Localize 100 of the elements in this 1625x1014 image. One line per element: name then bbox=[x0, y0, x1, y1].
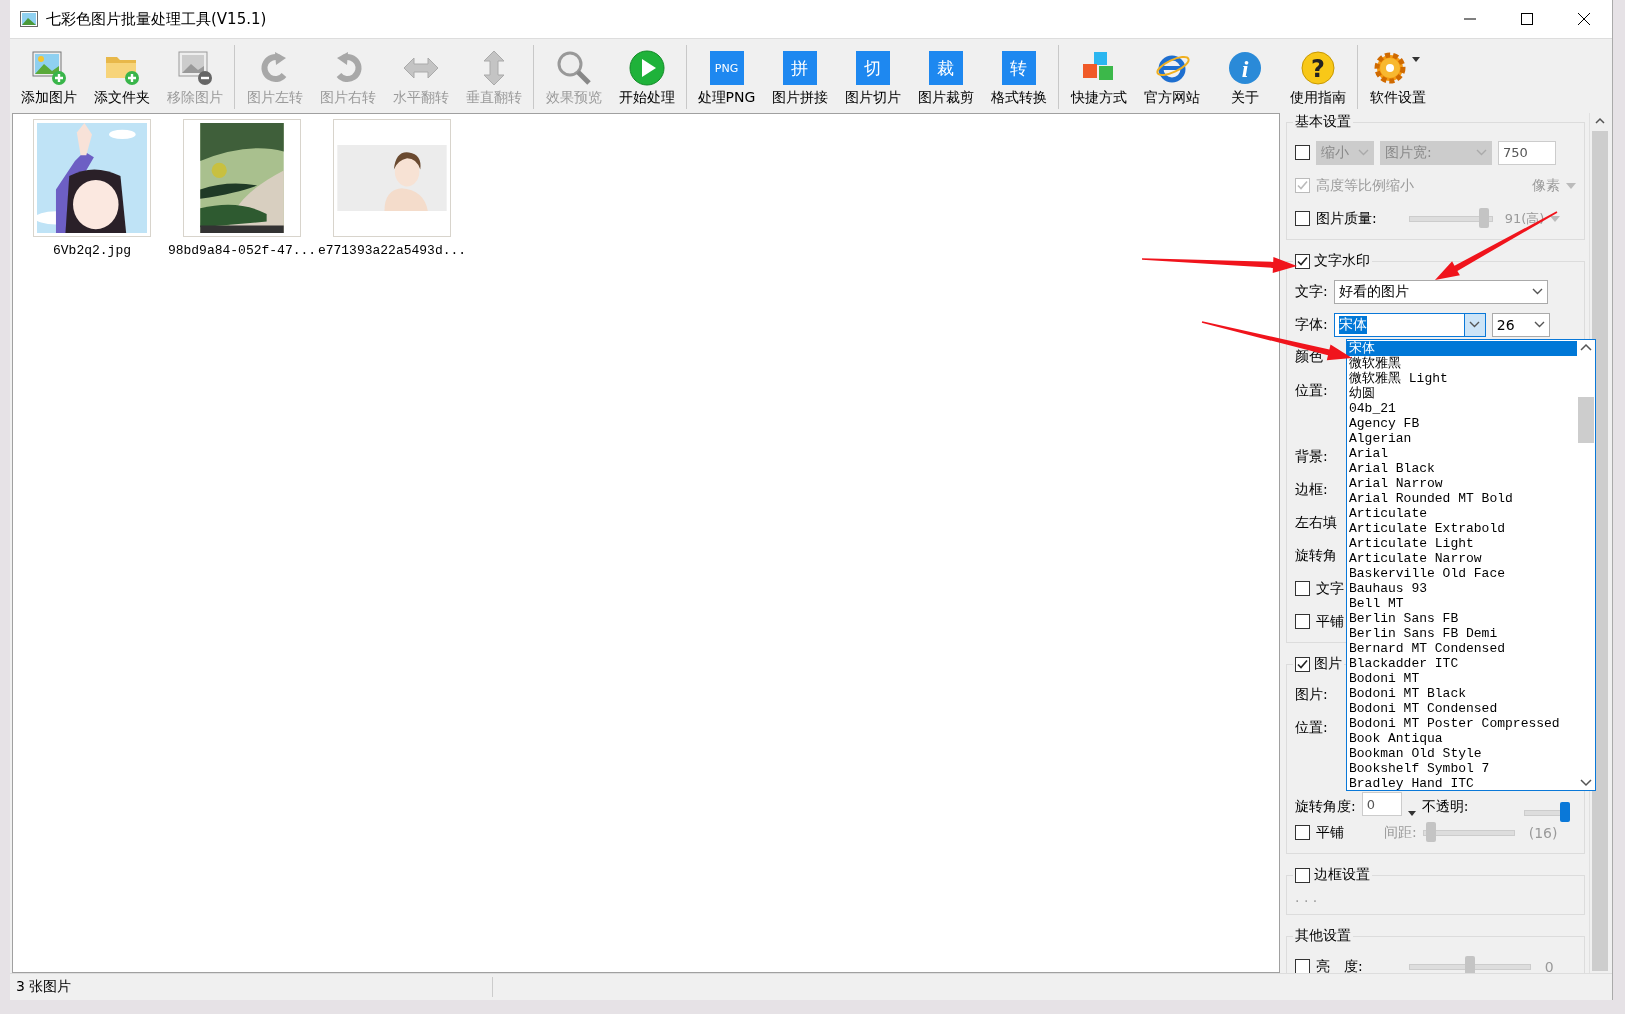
field-label: 不透明: bbox=[1421, 798, 1469, 816]
field-label: 图片: bbox=[1295, 685, 1328, 704]
help-icon: ? bbox=[1298, 49, 1337, 87]
image-plus-icon bbox=[29, 49, 68, 87]
field-label: 旋转角 bbox=[1295, 546, 1337, 565]
option-label: 高度等比例缩小 bbox=[1316, 176, 1414, 195]
font-option[interactable]: Arial Black bbox=[1347, 461, 1577, 476]
width-field[interactable]: 750 bbox=[1498, 140, 1556, 165]
rotation-field[interactable]: 0 bbox=[1361, 792, 1402, 816]
checkbox[interactable] bbox=[1295, 581, 1310, 596]
font-option[interactable]: Articulate Narrow bbox=[1347, 551, 1577, 566]
font-option[interactable]: Bodoni MT bbox=[1347, 671, 1577, 686]
font-option[interactable]: 幼圆 bbox=[1347, 386, 1577, 401]
close-icon bbox=[1577, 13, 1590, 25]
checkbox[interactable] bbox=[1295, 211, 1310, 226]
font-option[interactable]: 宋体 bbox=[1347, 341, 1577, 356]
file-name: e771393a22a5493d... bbox=[317, 243, 467, 258]
font-option[interactable]: Baskerville Old Face bbox=[1347, 566, 1577, 581]
checkbox[interactable] bbox=[1295, 825, 1310, 840]
size-dropdown[interactable]: 26 bbox=[1491, 312, 1550, 337]
font-option[interactable]: Bauhaus 93 bbox=[1347, 581, 1577, 596]
font-option[interactable]: Arial bbox=[1347, 446, 1577, 461]
field-label: 位置: bbox=[1295, 382, 1328, 400]
toolbar-button[interactable]: i 关于 bbox=[1208, 45, 1281, 109]
font-option[interactable]: Blackadder ITC bbox=[1347, 656, 1577, 671]
thumbnail-frame[interactable] bbox=[333, 119, 451, 237]
spacing-reading: (16) bbox=[1528, 824, 1558, 841]
slider-thumb[interactable] bbox=[1425, 821, 1436, 842]
toolbar-button[interactable]: 拼 图片拼接 bbox=[763, 45, 836, 109]
chevron-down-icon bbox=[1531, 288, 1543, 295]
font-option[interactable]: Berlin Sans FB bbox=[1347, 611, 1577, 626]
checkbox[interactable] bbox=[1295, 614, 1310, 629]
font-option[interactable]: Bell MT bbox=[1347, 596, 1577, 611]
font-dropdown[interactable]: 宋体 bbox=[1333, 312, 1486, 337]
thumbnail-frame[interactable] bbox=[183, 119, 301, 237]
field-label: 颜色 bbox=[1295, 347, 1323, 366]
font-option[interactable]: Bodoni MT Black bbox=[1347, 686, 1577, 701]
checkbox[interactable] bbox=[1295, 656, 1310, 672]
file-name: 6Vb2q2.jpg bbox=[53, 243, 131, 258]
checkbox[interactable] bbox=[1295, 145, 1310, 160]
font-option[interactable]: Articulate bbox=[1347, 506, 1577, 521]
text-dropdown[interactable]: 好看的图片 bbox=[1333, 279, 1548, 304]
caret-icon bbox=[1550, 215, 1561, 222]
font-option[interactable]: Arial Rounded MT Bold bbox=[1347, 491, 1577, 506]
toolbar-button[interactable]: ? 使用指南 bbox=[1281, 45, 1354, 109]
tool-badge: 拼 bbox=[782, 51, 817, 85]
toolbar-button[interactable]: 添加图片 bbox=[12, 45, 85, 109]
font-option[interactable]: 04b_21 bbox=[1347, 401, 1577, 416]
field-label: 左右填 bbox=[1295, 513, 1337, 532]
toolbar-button[interactable]: 切 图片切片 bbox=[836, 45, 909, 109]
toolbar-button[interactable]: 开始处理 bbox=[610, 45, 683, 109]
font-option[interactable]: Bookman Old Style bbox=[1347, 746, 1577, 761]
slider-thumb[interactable] bbox=[1560, 802, 1570, 822]
font-option[interactable]: Bodoni MT Poster Compressed bbox=[1347, 716, 1577, 731]
scrollbar-thumb[interactable] bbox=[1578, 397, 1594, 443]
font-option[interactable]: Agency FB bbox=[1347, 416, 1577, 431]
font-option[interactable]: Bookshelf Symbol 7 bbox=[1347, 761, 1577, 776]
brightness-reading: 0 bbox=[1544, 958, 1554, 973]
font-option[interactable]: Arial Narrow bbox=[1347, 476, 1577, 491]
group-title: 图片 bbox=[1314, 655, 1342, 673]
window-title: 七彩色图片批量处理工具(V15.1) bbox=[46, 9, 268, 29]
tool-badge: 裁 bbox=[928, 51, 963, 85]
slider-thumb[interactable] bbox=[1464, 955, 1475, 973]
checkbox[interactable] bbox=[1295, 867, 1310, 883]
chevron-down-icon bbox=[1533, 321, 1545, 328]
font-option[interactable]: Articulate Light bbox=[1347, 536, 1577, 551]
toolbar-button[interactable]: 快捷方式 bbox=[1062, 45, 1135, 109]
font-option[interactable]: Articulate Extrabold bbox=[1347, 521, 1577, 536]
option-label: 图片质量: bbox=[1316, 209, 1377, 228]
slider-thumb[interactable] bbox=[1478, 207, 1489, 228]
app-icon bbox=[20, 11, 38, 27]
toolbar-button[interactable]: 添文件夹 bbox=[85, 45, 158, 109]
checkbox[interactable] bbox=[1295, 178, 1310, 193]
border-hint: . . . bbox=[1295, 889, 1318, 905]
checkbox[interactable] bbox=[1295, 959, 1310, 973]
status-text: 3 张图片 bbox=[10, 977, 493, 997]
font-option[interactable]: 微软雅黑 bbox=[1347, 356, 1577, 371]
font-option[interactable]: Bernard MT Condensed bbox=[1347, 641, 1577, 656]
font-option[interactable]: Berlin Sans FB Demi bbox=[1347, 626, 1577, 641]
font-option[interactable]: Bradley Hand ITC bbox=[1347, 776, 1577, 791]
field-label: 间距: bbox=[1384, 823, 1417, 842]
toolbar-button[interactable]: 裁 图片裁剪 bbox=[909, 45, 982, 109]
option-label: 平铺 bbox=[1316, 612, 1344, 631]
chevron-down-icon bbox=[1358, 149, 1369, 156]
file-name: 98bd9a84-052f-47... bbox=[167, 243, 317, 258]
font-option[interactable]: 微软雅黑 Light bbox=[1347, 371, 1577, 386]
font-option[interactable]: Algerian bbox=[1347, 431, 1577, 446]
group-title: 边框设置 bbox=[1314, 866, 1370, 884]
toolbar-button[interactable]: 官方网站 bbox=[1135, 45, 1208, 109]
toolbar-button[interactable]: 软件设置 bbox=[1361, 45, 1434, 109]
font-option[interactable]: Book Antiqua bbox=[1347, 731, 1577, 746]
toolbar-button[interactable]: 转 格式转换 bbox=[982, 45, 1055, 109]
tool-badge: PNG bbox=[709, 51, 744, 85]
font-option[interactable]: Bodoni MT Condensed bbox=[1347, 701, 1577, 716]
checkbox[interactable] bbox=[1295, 253, 1310, 269]
group-title: 其他设置 bbox=[1295, 927, 1351, 945]
field-label: 背景: bbox=[1295, 447, 1328, 466]
caret-icon bbox=[1407, 811, 1416, 816]
field-label: 边框: bbox=[1295, 480, 1328, 499]
toolbar-button[interactable]: PNG 处理PNG bbox=[690, 45, 763, 109]
